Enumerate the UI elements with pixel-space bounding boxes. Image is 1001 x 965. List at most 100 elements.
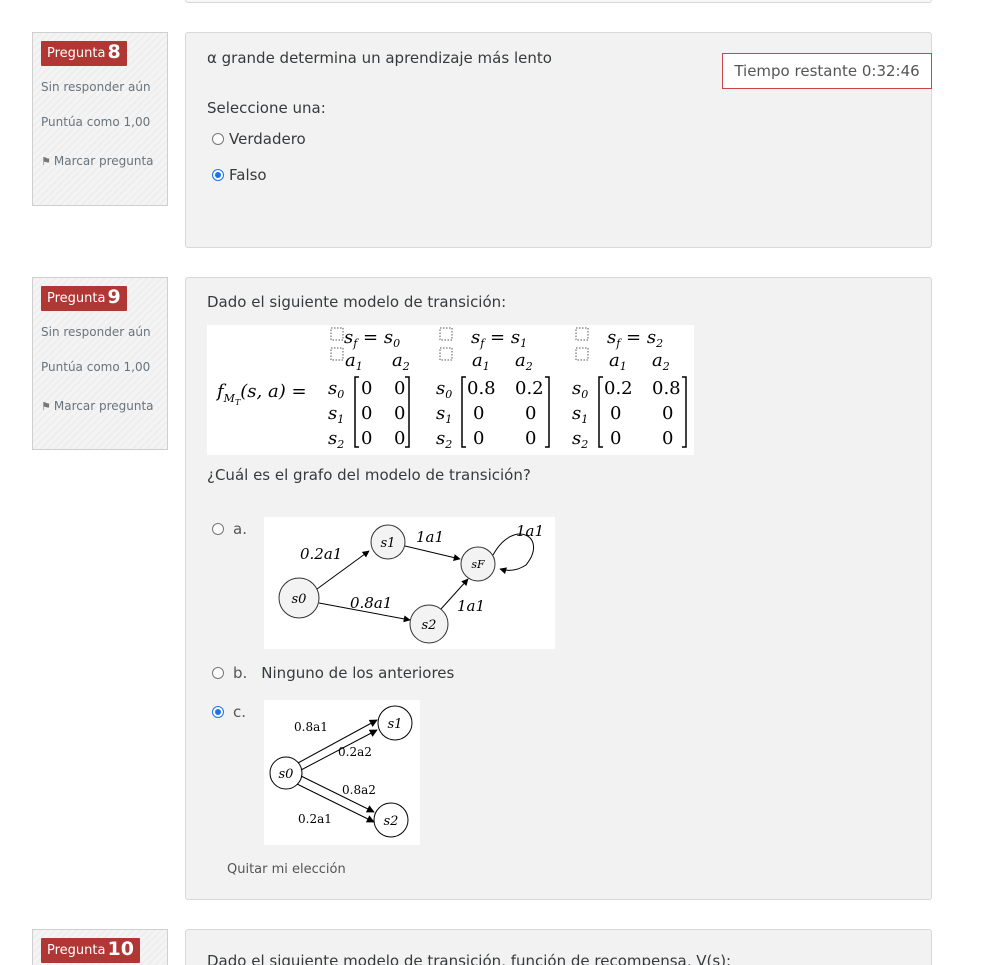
question-10-content: Dado el siguiente modelo de transición, … bbox=[185, 929, 932, 965]
matrix-header-0: sf = s0 bbox=[344, 327, 400, 350]
node-label: sF bbox=[471, 558, 485, 571]
svg-text:s0: s0 bbox=[572, 378, 588, 401]
matrix-header-1: sf = s1 bbox=[471, 327, 527, 350]
question-10-badge: Pregunta 10 bbox=[41, 938, 140, 963]
answer-prompt: Seleccione una: bbox=[207, 99, 326, 117]
question-9-info: Pregunta 9 Sin responder aún Puntúa como … bbox=[32, 277, 168, 450]
edge-label: 1a1 bbox=[516, 522, 544, 540]
matrix-header-2: sf = s2 bbox=[607, 327, 663, 350]
svg-text:a1: a1 bbox=[345, 350, 363, 373]
edge-label: 1a1 bbox=[416, 528, 444, 546]
m2-cell: 0 bbox=[610, 403, 621, 424]
m0-cell: 0 bbox=[361, 403, 372, 424]
option-letter: a. bbox=[233, 520, 247, 538]
edge-label: 0.8a1 bbox=[350, 594, 392, 612]
m0-cell: 0 bbox=[394, 378, 405, 399]
node-label: s0 bbox=[292, 592, 307, 607]
graph-a-image: 0.2a1 1a1 1a1 0.8a1 1a1 s1 sF s0 s2 bbox=[264, 517, 555, 649]
question-label: Pregunta bbox=[47, 943, 106, 958]
node-label: s1 bbox=[388, 717, 403, 732]
option-a[interactable]: a. bbox=[212, 520, 247, 538]
svg-text:s1: s1 bbox=[572, 403, 588, 426]
edge-label: 0.8a2 bbox=[342, 783, 376, 797]
svg-text:a1: a1 bbox=[609, 350, 627, 373]
previous-question-box bbox=[185, 0, 932, 3]
question-9-content: Dado el siguiente modelo de transición: … bbox=[185, 277, 932, 900]
question-number: 9 bbox=[107, 286, 121, 308]
option-label: Falso bbox=[229, 166, 267, 184]
question-text: Dado el siguiente modelo de transición: bbox=[207, 293, 507, 311]
svg-text:s2: s2 bbox=[436, 428, 452, 451]
question-state: Sin responder aún bbox=[41, 80, 151, 94]
graph-a: 0.2a1 1a1 1a1 0.8a1 1a1 s1 sF s0 s2 bbox=[278, 522, 544, 644]
m1-cell: 0 bbox=[525, 403, 536, 424]
option-label: Ninguno de los anteriores bbox=[261, 664, 455, 682]
option-letter: b. bbox=[233, 664, 248, 682]
m2-cell: 0 bbox=[662, 403, 673, 424]
option-verdadero[interactable]: Verdadero bbox=[212, 130, 306, 148]
svg-text:s2: s2 bbox=[572, 428, 588, 451]
m2-cell: 0.8 bbox=[652, 378, 681, 399]
question-label: Pregunta bbox=[47, 291, 106, 306]
m1-cell: 0.8 bbox=[467, 378, 496, 399]
option-falso[interactable]: Falso bbox=[212, 166, 267, 184]
graph-c-image: 0.8a1 0.2a2 0.8a2 0.2a1 s1 s0 s2 bbox=[264, 700, 420, 845]
svg-text:s0: s0 bbox=[436, 378, 452, 401]
option-c[interactable]: c. bbox=[212, 703, 246, 721]
m0-cell: 0 bbox=[394, 403, 405, 424]
question-number: 10 bbox=[107, 938, 134, 960]
flag-label: Marcar pregunta bbox=[53, 154, 154, 168]
svg-text:s1: s1 bbox=[436, 403, 452, 426]
flag-question-link[interactable]: ⚑ Marcar pregunta bbox=[41, 148, 159, 175]
flag-icon: ⚑ bbox=[41, 155, 51, 168]
edge-label: 0.2a2 bbox=[338, 745, 372, 759]
m1-cell: 0 bbox=[525, 428, 536, 449]
svg-text:s2: s2 bbox=[328, 428, 344, 451]
option-letter: c. bbox=[233, 703, 247, 721]
m0-cell: 0 bbox=[361, 378, 372, 399]
radio-b[interactable] bbox=[212, 667, 224, 679]
m2-cell: 0 bbox=[610, 428, 621, 449]
question-label: Pregunta bbox=[47, 46, 106, 61]
node-label: s1 bbox=[381, 536, 396, 551]
clear-choice-link[interactable]: Quitar mi elección bbox=[227, 862, 346, 877]
time-remaining: Tiempo restante 0:32:46 bbox=[722, 53, 932, 89]
transition-matrix: fMT(s, a) = sf = s0 sf = s1 sf = s2 a1 a… bbox=[215, 327, 687, 451]
question-10-info: Pregunta 10 bbox=[32, 929, 168, 965]
flag-label: Marcar pregunta bbox=[53, 399, 154, 413]
svg-text:a2: a2 bbox=[515, 350, 533, 373]
graph-question: ¿Cuál es el grafo del modelo de transici… bbox=[207, 466, 531, 484]
svg-text:s1: s1 bbox=[328, 403, 344, 426]
graph-c: 0.8a1 0.2a2 0.8a2 0.2a1 s1 s0 s2 bbox=[269, 705, 413, 838]
question-text: α grande determina un aprendizaje más le… bbox=[207, 49, 552, 67]
matrix-lhs: fMT(s, a) = bbox=[215, 381, 307, 407]
question-8-info: Pregunta 8 Sin responder aún Puntúa como … bbox=[32, 32, 168, 206]
radio-verdadero[interactable] bbox=[212, 133, 224, 145]
radio-falso[interactable] bbox=[212, 169, 224, 181]
svg-text:s0: s0 bbox=[328, 378, 344, 401]
m1-cell: 0.2 bbox=[515, 378, 544, 399]
question-9-badge: Pregunta 9 bbox=[41, 286, 127, 311]
edge-label: 1a1 bbox=[457, 597, 485, 615]
node-label: s2 bbox=[384, 814, 399, 829]
m0-cell: 0 bbox=[394, 428, 405, 449]
edge-label: 0.2a1 bbox=[298, 812, 332, 826]
option-label: Verdadero bbox=[229, 130, 306, 148]
m1-cell: 0 bbox=[473, 428, 484, 449]
radio-a[interactable] bbox=[212, 523, 224, 535]
question-number: 8 bbox=[107, 41, 121, 63]
question-8-badge: Pregunta 8 bbox=[41, 41, 127, 66]
m0-cell: 0 bbox=[361, 428, 372, 449]
transition-matrix-image: fMT(s, a) = sf = s0 sf = s1 sf = s2 a1 a… bbox=[207, 325, 694, 455]
node-label: s0 bbox=[279, 767, 294, 782]
radio-c[interactable] bbox=[212, 706, 224, 718]
svg-text:a1: a1 bbox=[472, 350, 490, 373]
question-state: Sin responder aún bbox=[41, 325, 151, 339]
option-b[interactable]: b. Ninguno de los anteriores bbox=[212, 664, 454, 682]
question-grade: Puntúa como 1,00 bbox=[41, 360, 151, 374]
m2-cell: 0 bbox=[662, 428, 673, 449]
m2-cell: 0.2 bbox=[604, 378, 633, 399]
edge-label: 0.8a1 bbox=[294, 720, 328, 734]
svg-text:a2: a2 bbox=[392, 350, 410, 373]
flag-question-link[interactable]: ⚑ Marcar pregunta bbox=[41, 393, 159, 420]
